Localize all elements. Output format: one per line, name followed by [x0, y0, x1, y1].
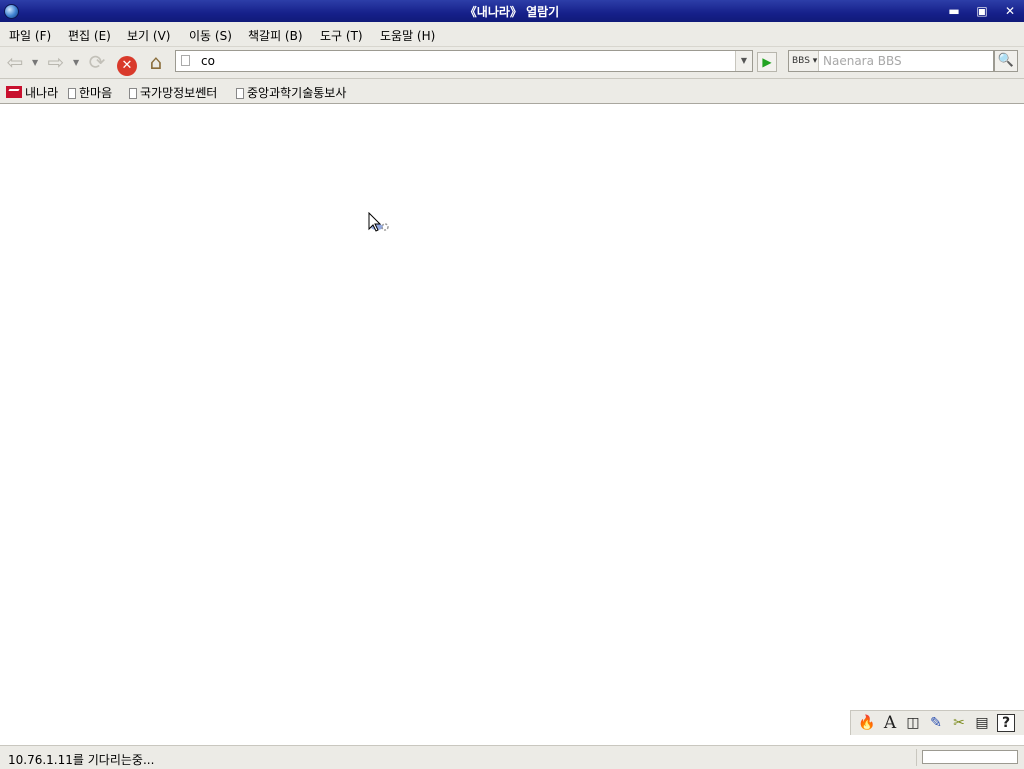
page-icon [129, 88, 137, 99]
bookmark-label: 내나라 [25, 86, 59, 100]
busy-cursor-icon [368, 212, 389, 232]
help-icon[interactable]: ? [997, 714, 1015, 732]
menu-file[interactable]: 파일 (F) [9, 27, 51, 44]
bookmark-label: 한마음 [79, 86, 113, 100]
title-bar: 《내나라》 열람기 ▬ ▣ ✕ [0, 0, 1024, 22]
back-history-dropdown[interactable]: ▼ [32, 58, 38, 67]
page-icon [181, 55, 190, 66]
stop-button[interactable]: ✕ [114, 50, 140, 76]
edit-page-icon[interactable]: ✎ [926, 713, 946, 733]
split-view-icon[interactable]: ◫ [903, 713, 923, 733]
page-icon [236, 88, 244, 99]
maximize-button[interactable]: ▣ [972, 3, 992, 19]
menu-go[interactable]: 이동 (S) [189, 27, 232, 44]
status-divider [916, 749, 917, 766]
page-content-area[interactable] [0, 104, 1024, 745]
clipboard-icon[interactable]: ▤ [972, 713, 992, 733]
go-button[interactable]: ▶ [757, 52, 777, 72]
address-input[interactable]: co [201, 54, 215, 68]
bookmark-naenara[interactable]: 내나라 [6, 84, 58, 101]
page-icon [68, 88, 76, 99]
search-engine-label: BBS [792, 56, 810, 66]
search-bar[interactable]: BBS ▾ Naenara BBS [788, 50, 994, 72]
menu-help[interactable]: 도움말 (H) [380, 27, 435, 44]
addon-toolbar: 🔥 A ◫ ✎ ✂ ▤ ? [850, 710, 1024, 735]
search-engine-selector[interactable]: BBS ▾ [789, 51, 819, 71]
bookmark-label: 국가망정보쎈터 [140, 86, 218, 100]
status-text: 10.76.1.11를 기다리는중... [8, 753, 155, 767]
home-button[interactable]: ⌂ [143, 50, 169, 74]
tools-icon[interactable]: ✂ [949, 713, 969, 733]
bookmark-label: 중앙과학기술통보사 [247, 86, 347, 100]
font-icon[interactable]: A [880, 713, 900, 733]
bookmark-central-science-tech-news[interactable]: 중앙과학기술통보사 [236, 84, 346, 101]
search-button[interactable]: 🔍 [994, 50, 1018, 72]
menu-bookmarks[interactable]: 책갈피 (B) [248, 27, 303, 44]
reload-button[interactable]: ⟳ [84, 50, 110, 74]
menu-edit[interactable]: 편집 (E) [68, 27, 111, 44]
search-input[interactable]: Naenara BBS [823, 54, 902, 68]
menu-bar: 파일 (F) 편집 (E) 보기 (V) 이동 (S) 책갈피 (B) 도구 (… [0, 22, 1024, 64]
forward-button[interactable]: ⇨ [43, 50, 69, 74]
status-bar: 10.76.1.11를 기다리는중... [0, 745, 1024, 769]
navigation-toolbar: ⇦ ▼ ⇨ ▼ ⟳ ✕ ⌂ co ▼ ▶ BBS ▾ Naenara BBS 🔍 [0, 47, 1024, 79]
address-bar[interactable]: co ▼ [175, 50, 753, 72]
progress-meter [922, 750, 1018, 764]
window-title: 《내나라》 열람기 [464, 5, 560, 19]
back-button[interactable]: ⇦ [2, 50, 28, 74]
menu-tools[interactable]: 도구 (T) [320, 27, 363, 44]
address-history-dropdown[interactable]: ▼ [735, 51, 752, 71]
minimize-button[interactable]: ▬ [944, 3, 964, 19]
close-button[interactable]: ✕ [1000, 3, 1020, 19]
fire-icon[interactable]: 🔥 [857, 713, 877, 733]
stop-icon: ✕ [117, 56, 137, 76]
bookmarks-toolbar: 내나라 한마음 국가망정보쎈터 중앙과학기술통보사 [0, 79, 1024, 104]
forward-history-dropdown[interactable]: ▼ [73, 58, 79, 67]
naenara-logo [6, 86, 22, 98]
bookmark-hanmaeum[interactable]: 한마음 [68, 84, 112, 101]
bookmark-national-network-info-center[interactable]: 국가망정보쎈터 [129, 84, 217, 101]
menu-view[interactable]: 보기 (V) [127, 27, 170, 44]
